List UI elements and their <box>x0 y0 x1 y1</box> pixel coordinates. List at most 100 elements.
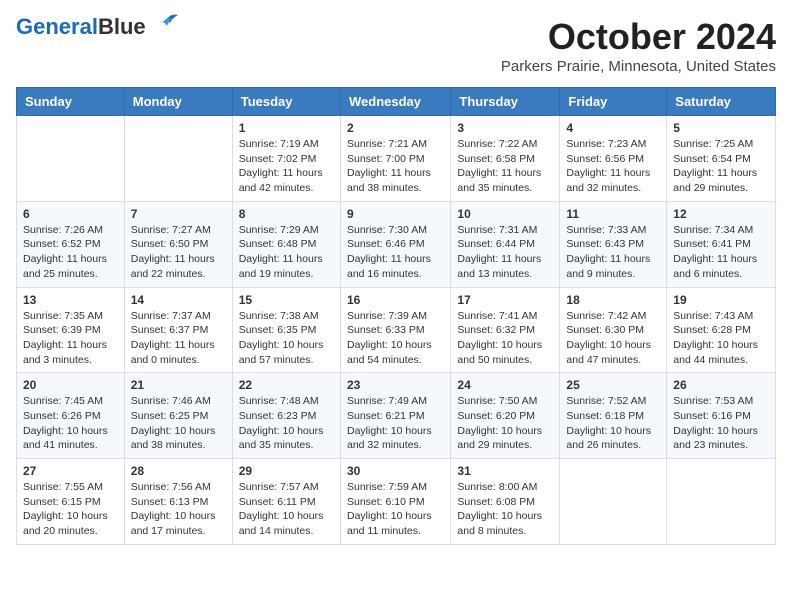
day-info: Sunrise: 7:41 AMSunset: 6:32 PMDaylight:… <box>457 309 553 368</box>
calendar-cell: 27 Sunrise: 7:55 AMSunset: 6:15 PMDaylig… <box>17 459 125 545</box>
title-block: October 2024 Parkers Prairie, Minnesota,… <box>501 16 776 75</box>
day-number: 16 <box>347 293 444 307</box>
calendar-cell: 31 Sunrise: 8:00 AMSunset: 6:08 PMDaylig… <box>451 459 560 545</box>
calendar-cell: 29 Sunrise: 7:57 AMSunset: 6:11 PMDaylig… <box>232 459 340 545</box>
day-number: 26 <box>673 378 769 392</box>
day-info: Sunrise: 7:33 AMSunset: 6:43 PMDaylight:… <box>566 223 660 282</box>
page-header: GeneralBlue October 2024 Parkers Prairie… <box>16 16 776 75</box>
weekday-header: Sunday <box>17 88 125 116</box>
day-number: 30 <box>347 464 444 478</box>
weekday-header: Friday <box>560 88 667 116</box>
logo: GeneralBlue <box>16 16 180 38</box>
calendar-week-row: 20 Sunrise: 7:45 AMSunset: 6:26 PMDaylig… <box>17 373 776 459</box>
calendar-cell: 5 Sunrise: 7:25 AMSunset: 6:54 PMDayligh… <box>667 116 776 202</box>
day-number: 2 <box>347 121 444 135</box>
day-info: Sunrise: 7:48 AMSunset: 6:23 PMDaylight:… <box>239 394 334 453</box>
calendar-cell: 14 Sunrise: 7:37 AMSunset: 6:37 PMDaylig… <box>124 287 232 373</box>
weekday-header-row: SundayMondayTuesdayWednesdayThursdayFrid… <box>17 88 776 116</box>
calendar-cell: 6 Sunrise: 7:26 AMSunset: 6:52 PMDayligh… <box>17 201 125 287</box>
calendar-cell: 19 Sunrise: 7:43 AMSunset: 6:28 PMDaylig… <box>667 287 776 373</box>
calendar-cell: 4 Sunrise: 7:23 AMSunset: 6:56 PMDayligh… <box>560 116 667 202</box>
calendar-cell: 30 Sunrise: 7:59 AMSunset: 6:10 PMDaylig… <box>340 459 450 545</box>
calendar-cell: 2 Sunrise: 7:21 AMSunset: 7:00 PMDayligh… <box>340 116 450 202</box>
calendar-cell: 16 Sunrise: 7:39 AMSunset: 6:33 PMDaylig… <box>340 287 450 373</box>
day-info: Sunrise: 7:25 AMSunset: 6:54 PMDaylight:… <box>673 137 769 196</box>
day-number: 27 <box>23 464 118 478</box>
day-info: Sunrise: 7:59 AMSunset: 6:10 PMDaylight:… <box>347 480 444 539</box>
day-number: 5 <box>673 121 769 135</box>
day-number: 9 <box>347 207 444 221</box>
logo-block: GeneralBlue <box>16 16 180 38</box>
day-info: Sunrise: 7:27 AMSunset: 6:50 PMDaylight:… <box>131 223 226 282</box>
calendar-cell: 8 Sunrise: 7:29 AMSunset: 6:48 PMDayligh… <box>232 201 340 287</box>
day-number: 18 <box>566 293 660 307</box>
day-number: 17 <box>457 293 553 307</box>
calendar-cell: 13 Sunrise: 7:35 AMSunset: 6:39 PMDaylig… <box>17 287 125 373</box>
calendar-cell <box>560 459 667 545</box>
calendar-cell: 1 Sunrise: 7:19 AMSunset: 7:02 PMDayligh… <box>232 116 340 202</box>
day-number: 10 <box>457 207 553 221</box>
month-title: October 2024 <box>501 16 776 58</box>
day-number: 25 <box>566 378 660 392</box>
day-number: 23 <box>347 378 444 392</box>
day-number: 8 <box>239 207 334 221</box>
day-info: Sunrise: 7:57 AMSunset: 6:11 PMDaylight:… <box>239 480 334 539</box>
day-info: Sunrise: 7:19 AMSunset: 7:02 PMDaylight:… <box>239 137 334 196</box>
day-info: Sunrise: 7:23 AMSunset: 6:56 PMDaylight:… <box>566 137 660 196</box>
day-info: Sunrise: 7:22 AMSunset: 6:58 PMDaylight:… <box>457 137 553 196</box>
day-info: Sunrise: 7:29 AMSunset: 6:48 PMDaylight:… <box>239 223 334 282</box>
day-info: Sunrise: 7:31 AMSunset: 6:44 PMDaylight:… <box>457 223 553 282</box>
day-info: Sunrise: 7:30 AMSunset: 6:46 PMDaylight:… <box>347 223 444 282</box>
calendar-cell: 9 Sunrise: 7:30 AMSunset: 6:46 PMDayligh… <box>340 201 450 287</box>
day-info: Sunrise: 7:55 AMSunset: 6:15 PMDaylight:… <box>23 480 118 539</box>
day-info: Sunrise: 7:38 AMSunset: 6:35 PMDaylight:… <box>239 309 334 368</box>
weekday-header: Saturday <box>667 88 776 116</box>
day-number: 12 <box>673 207 769 221</box>
day-number: 15 <box>239 293 334 307</box>
logo-text: GeneralBlue <box>16 16 146 38</box>
day-number: 31 <box>457 464 553 478</box>
calendar-cell: 21 Sunrise: 7:46 AMSunset: 6:25 PMDaylig… <box>124 373 232 459</box>
calendar-cell: 28 Sunrise: 7:56 AMSunset: 6:13 PMDaylig… <box>124 459 232 545</box>
weekday-header: Wednesday <box>340 88 450 116</box>
calendar-cell: 12 Sunrise: 7:34 AMSunset: 6:41 PMDaylig… <box>667 201 776 287</box>
calendar-cell: 23 Sunrise: 7:49 AMSunset: 6:21 PMDaylig… <box>340 373 450 459</box>
calendar-cell: 15 Sunrise: 7:38 AMSunset: 6:35 PMDaylig… <box>232 287 340 373</box>
day-number: 19 <box>673 293 769 307</box>
calendar-week-row: 6 Sunrise: 7:26 AMSunset: 6:52 PMDayligh… <box>17 201 776 287</box>
calendar-cell: 25 Sunrise: 7:52 AMSunset: 6:18 PMDaylig… <box>560 373 667 459</box>
calendar-week-row: 1 Sunrise: 7:19 AMSunset: 7:02 PMDayligh… <box>17 116 776 202</box>
day-number: 22 <box>239 378 334 392</box>
day-info: Sunrise: 7:35 AMSunset: 6:39 PMDaylight:… <box>23 309 118 368</box>
calendar-cell: 17 Sunrise: 7:41 AMSunset: 6:32 PMDaylig… <box>451 287 560 373</box>
day-info: Sunrise: 7:42 AMSunset: 6:30 PMDaylight:… <box>566 309 660 368</box>
calendar-cell <box>124 116 232 202</box>
day-number: 29 <box>239 464 334 478</box>
day-info: Sunrise: 7:52 AMSunset: 6:18 PMDaylight:… <box>566 394 660 453</box>
day-number: 6 <box>23 207 118 221</box>
day-number: 7 <box>131 207 226 221</box>
day-info: Sunrise: 7:37 AMSunset: 6:37 PMDaylight:… <box>131 309 226 368</box>
day-info: Sunrise: 8:00 AMSunset: 6:08 PMDaylight:… <box>457 480 553 539</box>
calendar-week-row: 27 Sunrise: 7:55 AMSunset: 6:15 PMDaylig… <box>17 459 776 545</box>
calendar-cell: 10 Sunrise: 7:31 AMSunset: 6:44 PMDaylig… <box>451 201 560 287</box>
day-info: Sunrise: 7:34 AMSunset: 6:41 PMDaylight:… <box>673 223 769 282</box>
calendar-cell: 18 Sunrise: 7:42 AMSunset: 6:30 PMDaylig… <box>560 287 667 373</box>
day-info: Sunrise: 7:46 AMSunset: 6:25 PMDaylight:… <box>131 394 226 453</box>
calendar-cell: 24 Sunrise: 7:50 AMSunset: 6:20 PMDaylig… <box>451 373 560 459</box>
day-info: Sunrise: 7:49 AMSunset: 6:21 PMDaylight:… <box>347 394 444 453</box>
day-info: Sunrise: 7:21 AMSunset: 7:00 PMDaylight:… <box>347 137 444 196</box>
day-number: 3 <box>457 121 553 135</box>
logo-bird-icon <box>150 13 180 35</box>
weekday-header: Monday <box>124 88 232 116</box>
day-info: Sunrise: 7:39 AMSunset: 6:33 PMDaylight:… <box>347 309 444 368</box>
calendar-cell <box>17 116 125 202</box>
calendar-week-row: 13 Sunrise: 7:35 AMSunset: 6:39 PMDaylig… <box>17 287 776 373</box>
calendar-cell: 11 Sunrise: 7:33 AMSunset: 6:43 PMDaylig… <box>560 201 667 287</box>
location-title: Parkers Prairie, Minnesota, United State… <box>501 58 776 75</box>
calendar-cell: 26 Sunrise: 7:53 AMSunset: 6:16 PMDaylig… <box>667 373 776 459</box>
weekday-header: Tuesday <box>232 88 340 116</box>
calendar-cell <box>667 459 776 545</box>
day-info: Sunrise: 7:45 AMSunset: 6:26 PMDaylight:… <box>23 394 118 453</box>
day-number: 24 <box>457 378 553 392</box>
